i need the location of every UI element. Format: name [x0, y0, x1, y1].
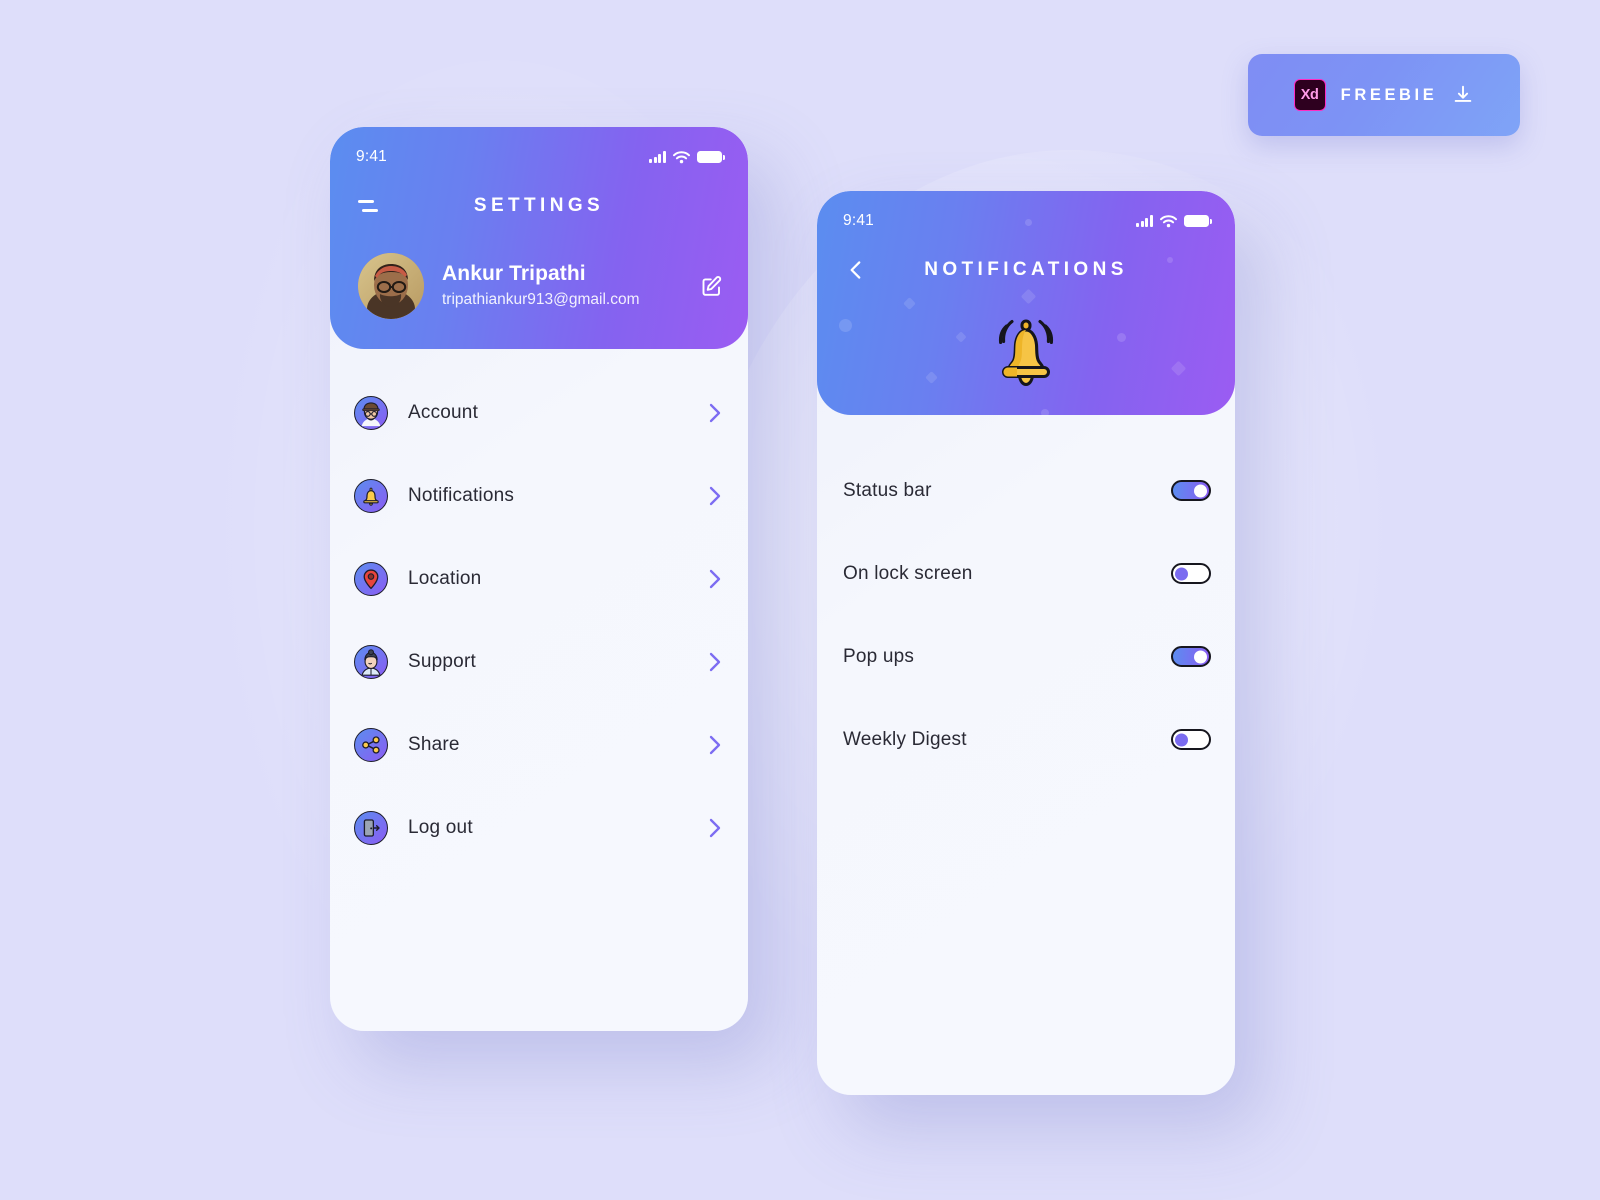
hero-bell-wrap: [817, 309, 1235, 393]
account-avatar-icon: [354, 395, 388, 430]
toggle-knob: [1194, 650, 1207, 663]
notification-row-on-lock-screen[interactable]: On lock screen: [817, 532, 1235, 615]
toggle-pop-ups[interactable]: [1171, 646, 1211, 667]
notification-row-label: Status bar: [843, 479, 932, 501]
settings-row-label: Notifications: [408, 484, 515, 506]
wifi-icon: [673, 150, 690, 163]
chevron-right-icon[interactable]: [708, 485, 722, 507]
share-icon: [354, 727, 388, 762]
sparkle-decoration: [903, 297, 916, 310]
settings-row-account[interactable]: Account: [330, 371, 748, 454]
bell-icon: [354, 478, 388, 513]
notifications-title-row: NOTIFICATIONS: [817, 253, 1235, 287]
edit-icon[interactable]: [700, 274, 724, 298]
download-icon[interactable]: [1452, 84, 1474, 106]
profile-email: tripathiankur913@gmail.com: [442, 290, 640, 308]
chevron-right-icon[interactable]: [708, 817, 722, 839]
battery-icon: [1184, 214, 1212, 228]
toggle-status-bar[interactable]: [1171, 480, 1211, 501]
avatar-photo: [358, 253, 424, 319]
profile-block: Ankur Tripathi tripathiankur913@gmail.co…: [358, 253, 724, 319]
toggle-knob: [1194, 484, 1207, 497]
status-bar: 9:41: [330, 145, 748, 169]
chevron-right-icon[interactable]: [708, 734, 722, 756]
toggle-weekly-digest[interactable]: [1171, 729, 1211, 750]
settings-row-label: Log out: [408, 816, 473, 838]
chevron-left-icon[interactable]: [843, 257, 869, 283]
settings-phone-mockup: 9:41 SETTINGS Ankur Tripathi tripathiank…: [330, 127, 748, 1031]
profile-name: Ankur Tripathi: [442, 262, 586, 286]
notification-row-pop-ups[interactable]: Pop ups: [817, 615, 1235, 698]
wifi-icon: [1160, 214, 1177, 227]
signal-icon: [1136, 215, 1153, 227]
page-title: NOTIFICATIONS: [924, 259, 1128, 280]
location-pin-icon: [354, 561, 388, 596]
settings-row-label: Account: [408, 401, 479, 423]
signal-icon: [649, 151, 666, 163]
ringing-bell-icon: [998, 319, 1054, 386]
settings-title-row: SETTINGS: [330, 189, 748, 223]
notification-row-status-bar[interactable]: Status bar: [817, 449, 1235, 532]
settings-row-label: Support: [408, 650, 476, 672]
settings-row-location[interactable]: Location: [330, 537, 748, 620]
settings-row-logout[interactable]: Log out: [330, 786, 748, 869]
avatar[interactable]: [358, 253, 424, 319]
notifications-header: 9:41 NOTIFICATIONS: [817, 191, 1235, 417]
sparkle-decoration: [1020, 288, 1037, 305]
toggle-on-lock-screen[interactable]: [1171, 563, 1211, 584]
status-bar-time: 9:41: [843, 212, 874, 229]
toggle-knob: [1175, 733, 1188, 746]
status-bar-time: 9:41: [356, 148, 387, 165]
freebie-badge[interactable]: Xd FREEBIE: [1248, 54, 1520, 136]
status-bar: 9:41: [817, 209, 1235, 233]
support-agent-icon: [354, 644, 388, 679]
notification-row-label: Weekly Digest: [843, 728, 967, 750]
logout-door-icon: [354, 810, 388, 845]
notification-row-weekly-digest[interactable]: Weekly Digest: [817, 698, 1235, 781]
settings-row-notifications[interactable]: Notifications: [330, 454, 748, 537]
settings-row-support[interactable]: Support: [330, 620, 748, 703]
adobe-xd-logo-icon: Xd: [1293, 79, 1326, 111]
notifications-phone-mockup: 9:41 NOTIFICATIONS Status bar On lock sc…: [817, 191, 1235, 1095]
settings-menu-list: Account Notifications Location Support S…: [330, 349, 748, 869]
freebie-label: FREEBIE: [1340, 85, 1438, 104]
settings-row-label: Share: [408, 733, 460, 755]
chevron-right-icon[interactable]: [708, 402, 722, 424]
page-title: SETTINGS: [473, 195, 605, 216]
hamburger-icon[interactable]: [356, 195, 382, 217]
toggle-knob: [1175, 567, 1188, 580]
chevron-right-icon[interactable]: [708, 651, 722, 673]
notification-row-label: On lock screen: [843, 562, 973, 584]
settings-header: 9:41 SETTINGS Ankur Tripathi tripathiank…: [330, 127, 748, 349]
settings-row-label: Location: [408, 567, 482, 589]
battery-icon: [697, 150, 725, 164]
notification-row-label: Pop ups: [843, 645, 915, 667]
notification-toggle-list: Status bar On lock screen Pop ups Weekly…: [817, 415, 1235, 781]
chevron-right-icon[interactable]: [708, 568, 722, 590]
adobe-xd-logo-text: Xd: [1300, 87, 1319, 103]
settings-row-share[interactable]: Share: [330, 703, 748, 786]
